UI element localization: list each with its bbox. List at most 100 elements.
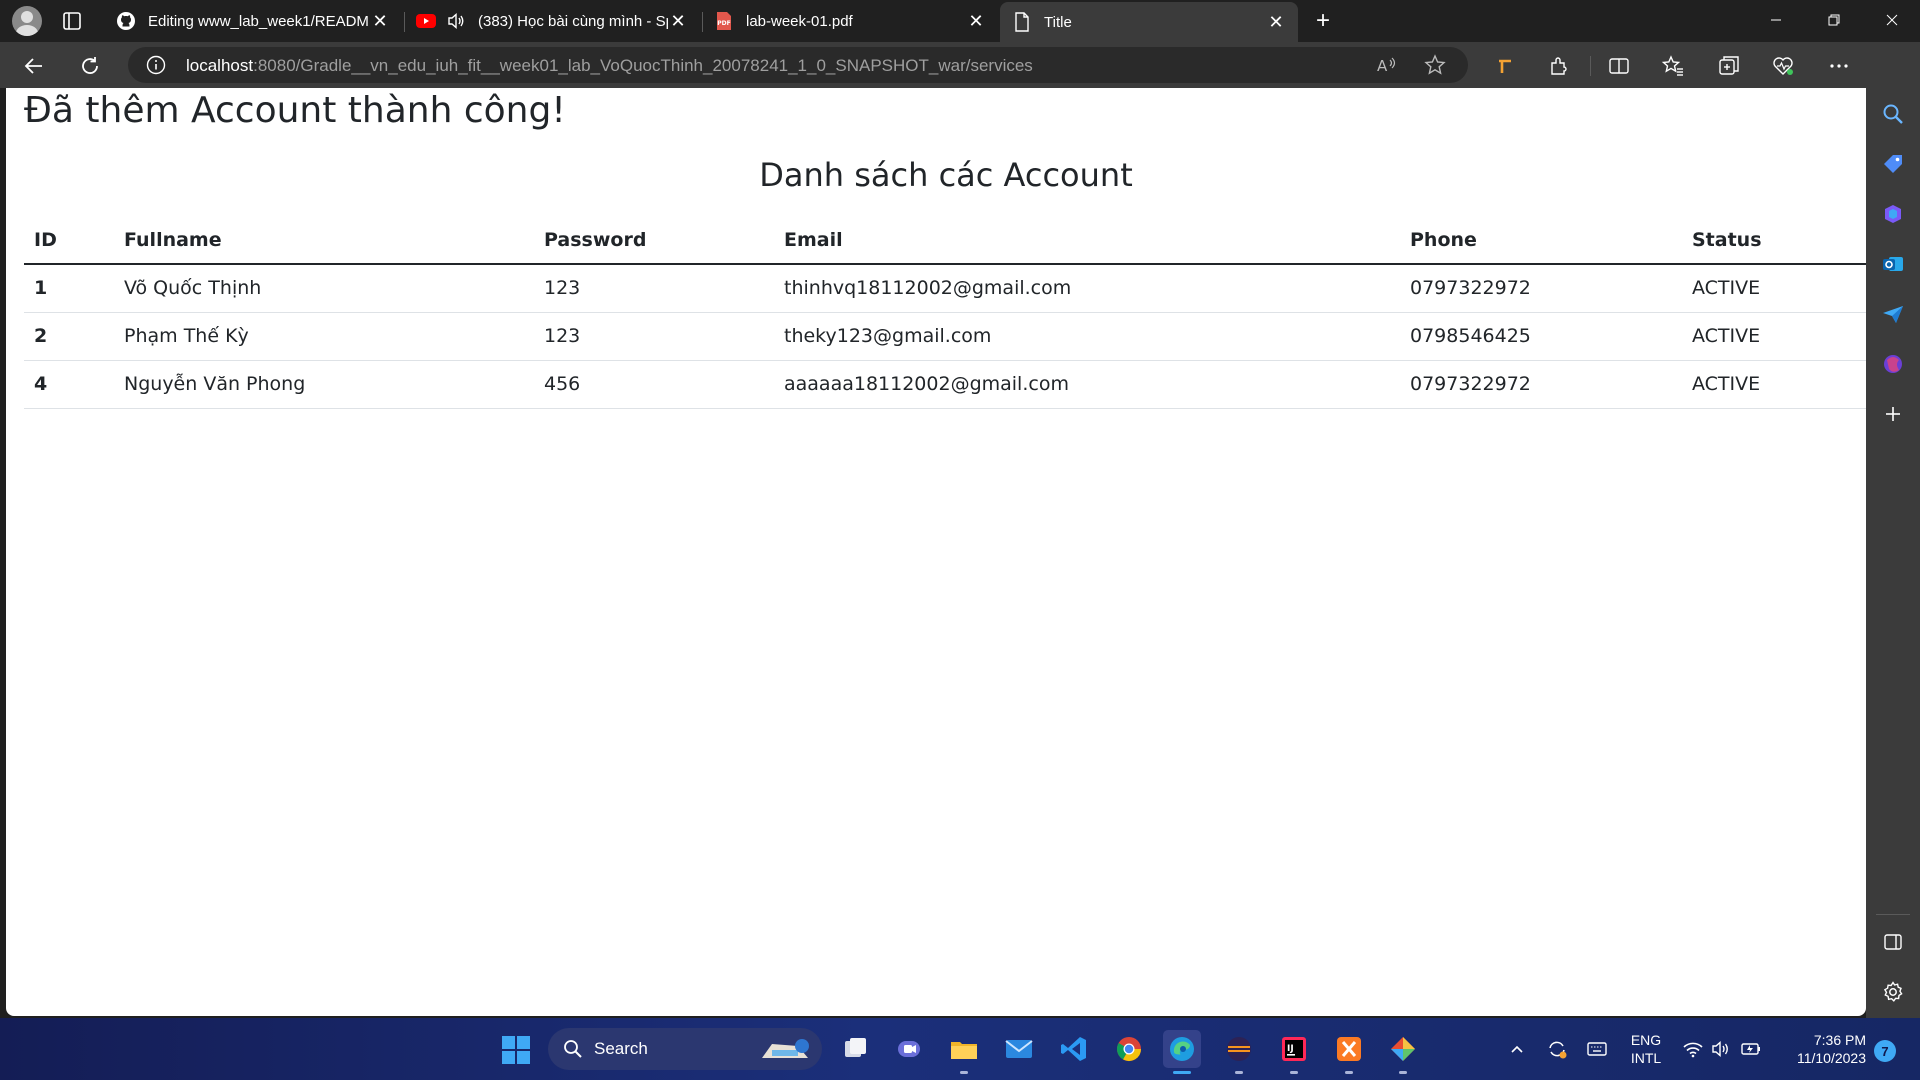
sourcetree-git-icon[interactable] xyxy=(1384,1030,1422,1074)
column-header-email: Email xyxy=(774,216,1400,265)
mail-icon[interactable] xyxy=(1000,1030,1038,1068)
url-text[interactable]: localhost:8080/Gradle__vn_edu_iuh_fit__w… xyxy=(186,56,1033,76)
input-language[interactable]: ENG INTL xyxy=(1626,1031,1666,1067)
address-bar[interactable]: localhost:8080/Gradle__vn_edu_iuh_fit__w… xyxy=(128,47,1468,83)
cell-fullname: Nguyễn Văn Phong xyxy=(114,360,534,409)
tab-title: Editing www_lab_week1/README.md xyxy=(148,12,370,30)
chevron-up-icon[interactable] xyxy=(1506,1038,1528,1060)
minimize-button[interactable] xyxy=(1748,0,1804,40)
close-icon[interactable]: ✕ xyxy=(1266,12,1286,32)
tab-title: Title xyxy=(1044,13,1072,31)
tab-youtube[interactable]: (383) Học bài cùng mình - Sp... ✕ xyxy=(404,0,700,42)
cell-id: 1 xyxy=(24,264,114,313)
search-icon[interactable] xyxy=(1879,100,1907,128)
volume-icon[interactable] xyxy=(1710,1038,1732,1060)
clock-date: 11/10/2023 xyxy=(1796,1050,1866,1066)
xampp-icon[interactable] xyxy=(1330,1030,1368,1074)
back-button[interactable] xyxy=(18,50,50,82)
svg-text:IJ: IJ xyxy=(1287,1044,1294,1054)
cell-email: theky123@gmail.com xyxy=(774,312,1400,361)
profile-avatar-icon[interactable] xyxy=(12,6,42,36)
keyboard-icon[interactable] xyxy=(1586,1038,1608,1060)
page-title: Danh sách các Account xyxy=(759,156,1133,194)
edge-icon[interactable] xyxy=(1163,1030,1201,1074)
close-icon[interactable]: ✕ xyxy=(668,11,688,31)
games-icon[interactable] xyxy=(1879,350,1907,378)
cell-status: ACTIVE xyxy=(1682,360,1866,409)
table-header-row: ID Fullname Password Email Phone Status xyxy=(24,216,1866,265)
speaker-icon[interactable] xyxy=(446,11,466,31)
site-info-icon[interactable] xyxy=(146,55,166,75)
clock[interactable]: 7:36 PM 11/10/2023 xyxy=(1776,1031,1866,1067)
teams-chat-icon[interactable] xyxy=(890,1030,928,1068)
column-header-status: Status xyxy=(1682,216,1866,265)
eclipse-icon[interactable] xyxy=(1220,1030,1258,1074)
cell-phone: 0798546425 xyxy=(1400,312,1682,361)
notification-badge[interactable]: 7 xyxy=(1874,1040,1896,1062)
table-row: 1 Võ Quốc Thịnh 123 thinhvq18112002@gmai… xyxy=(24,264,1866,313)
github-icon xyxy=(116,11,136,31)
hide-sidebar-icon[interactable] xyxy=(1879,928,1907,956)
cell-status: ACTIVE xyxy=(1682,312,1866,361)
search-icon xyxy=(562,1038,584,1060)
extension-orange-icon[interactable] xyxy=(1492,53,1518,79)
toolbar-separator xyxy=(1590,56,1591,76)
cell-fullname: Phạm Thế Kỳ xyxy=(114,312,534,361)
tab-title-active[interactable]: Title ✕ xyxy=(1000,2,1298,42)
cell-email: thinhvq18112002@gmail.com xyxy=(774,264,1400,313)
page-icon xyxy=(1012,12,1032,32)
tab-pdf[interactable]: PDF lab-week-01.pdf ✕ xyxy=(702,0,998,42)
youtube-icon xyxy=(416,11,436,31)
cell-phone: 0797322972 xyxy=(1400,264,1682,313)
success-message: Đã thêm Account thành công! xyxy=(24,90,566,131)
add-icon[interactable] xyxy=(1879,400,1907,428)
new-tab-button[interactable]: + xyxy=(1310,7,1336,34)
table-row: 2 Phạm Thế Kỳ 123 theky123@gmail.com 079… xyxy=(24,312,1866,361)
browser-essentials-icon[interactable] xyxy=(1770,53,1796,79)
url-path: :8080/Gradle__vn_edu_iuh_fit__week01_lab… xyxy=(253,56,1033,75)
outlook-icon[interactable] xyxy=(1879,250,1907,278)
favorites-icon[interactable] xyxy=(1660,53,1686,79)
cell-phone: 0797322972 xyxy=(1400,360,1682,409)
cell-fullname: Võ Quốc Thịnh xyxy=(114,264,534,313)
tab-title: lab-week-01.pdf xyxy=(746,12,853,30)
intellij-icon[interactable]: IJ xyxy=(1275,1030,1313,1074)
collections-icon[interactable] xyxy=(1716,53,1742,79)
tab-title: (383) Học bài cùng mình - Sp... xyxy=(478,12,668,30)
send-icon[interactable] xyxy=(1879,300,1907,328)
refresh-button[interactable] xyxy=(74,50,106,82)
cell-status: ACTIVE xyxy=(1682,264,1866,313)
close-icon[interactable]: ✕ xyxy=(966,11,986,31)
layout-label: INTL xyxy=(1630,1050,1662,1066)
close-window-button[interactable] xyxy=(1864,0,1920,40)
windows-start-icon[interactable] xyxy=(502,1036,530,1064)
language-label: ENG xyxy=(1630,1032,1662,1048)
task-view-icon[interactable] xyxy=(836,1030,874,1068)
wifi-icon[interactable] xyxy=(1682,1038,1704,1060)
file-explorer-icon[interactable] xyxy=(945,1030,983,1074)
split-screen-icon[interactable] xyxy=(1606,53,1632,79)
favorite-star-icon[interactable] xyxy=(1424,54,1446,76)
cell-id: 4 xyxy=(24,360,114,409)
more-menu-icon[interactable] xyxy=(1826,53,1852,79)
tab-github-readme[interactable]: Editing www_lab_week1/README.md ✕ xyxy=(104,0,402,42)
restore-button[interactable] xyxy=(1806,0,1862,40)
chrome-icon[interactable] xyxy=(1110,1030,1148,1068)
sync-icon[interactable] xyxy=(1546,1038,1568,1060)
browser-toolbar: localhost:8080/Gradle__vn_edu_iuh_fit__w… xyxy=(0,42,1920,88)
vscode-icon[interactable] xyxy=(1055,1030,1093,1068)
shopping-tag-icon[interactable] xyxy=(1879,150,1907,178)
close-icon[interactable]: ✕ xyxy=(370,11,390,31)
copilot-icon[interactable] xyxy=(1879,200,1907,228)
accounts-table: ID Fullname Password Email Phone Status … xyxy=(24,216,1866,409)
extensions-icon[interactable] xyxy=(1546,53,1572,79)
taskbar-search[interactable]: Search xyxy=(548,1028,822,1070)
column-header-id: ID xyxy=(24,216,114,265)
gear-icon[interactable] xyxy=(1879,978,1907,1006)
tab-strip: Editing www_lab_week1/README.md ✕ (383) … xyxy=(0,0,1920,42)
battery-icon[interactable] xyxy=(1740,1038,1762,1060)
table-row: 4 Nguyễn Văn Phong 456 aaaaaa18112002@gm… xyxy=(24,360,1866,409)
tab-actions-icon[interactable] xyxy=(60,9,84,33)
column-header-fullname: Fullname xyxy=(114,216,534,265)
read-aloud-icon[interactable]: A xyxy=(1376,54,1398,76)
